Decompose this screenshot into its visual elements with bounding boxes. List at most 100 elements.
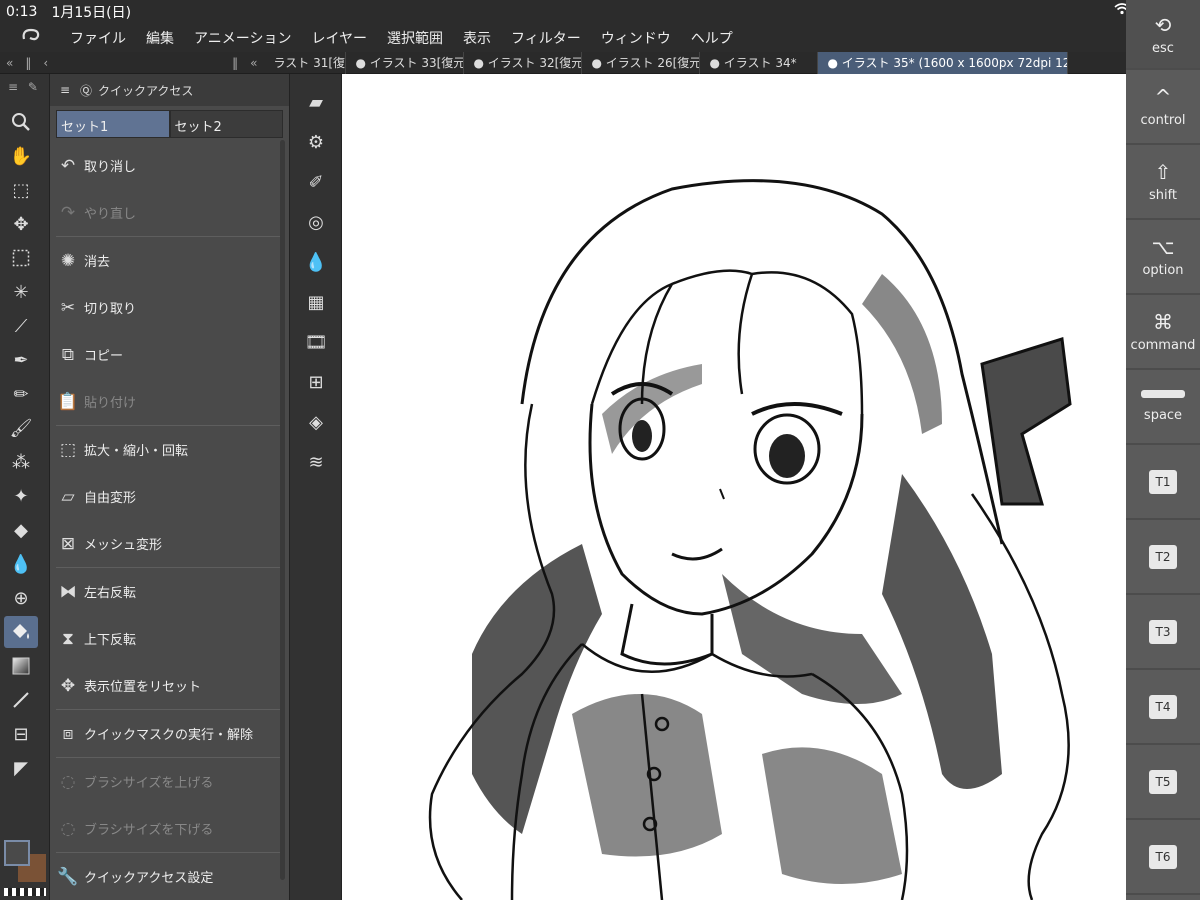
eyedropper-icon[interactable]: ⟋	[4, 310, 38, 342]
pen-icon[interactable]: ✎	[28, 80, 38, 94]
control-key[interactable]: ^ control	[1126, 70, 1200, 145]
esc-key[interactable]: ⟲ esc	[1126, 0, 1200, 70]
shift-icon: ⇧	[1154, 160, 1172, 184]
qa-cut[interactable]: ✂ 切り取り	[50, 284, 289, 331]
mesh-transform-icon: ⊠	[60, 533, 76, 554]
transparent-color-swatch[interactable]	[4, 888, 46, 896]
pen-tool-icon[interactable]: ✒	[4, 344, 38, 376]
frame-tool-icon[interactable]: ⊟	[4, 718, 38, 750]
qa-redo[interactable]: ↷ やり直し	[50, 189, 289, 236]
gradient-tool-icon[interactable]	[4, 650, 38, 682]
qa-copy[interactable]: ⧉ コピー	[50, 331, 289, 378]
menu-selection[interactable]: 選択範囲	[377, 28, 453, 48]
caret-up-icon: ^	[1154, 85, 1172, 109]
object-select-icon[interactable]: ⬚	[4, 174, 38, 206]
qa-quick-mask[interactable]: ⧈ クイックマスクの実行・解除	[50, 710, 289, 757]
panel-grip-icon[interactable]: ‖	[226, 56, 244, 70]
layers-icon[interactable]: ≋	[298, 444, 334, 480]
space-key[interactable]: space	[1126, 370, 1200, 445]
t5-key[interactable]: T5	[1126, 745, 1200, 820]
airbrush-tool-icon[interactable]: ⁂	[4, 446, 38, 478]
command-key[interactable]: ⌘ command	[1126, 295, 1200, 370]
flip-horizontal-icon: ⧓	[59, 581, 77, 602]
menu-bar: ファイル 編集 アニメーション レイヤー 選択範囲 表示 フィルター ウィンドウ…	[0, 24, 1126, 52]
menu-animation[interactable]: アニメーション	[184, 28, 301, 48]
blend-tool-icon[interactable]: 💧	[4, 548, 38, 580]
decoration-tool-icon[interactable]: ✦	[4, 480, 38, 512]
app-window: 0:13 1月15日(日) 8% ファイル 編集 アニメーション レイヤー 選択…	[0, 0, 1200, 900]
t1-key[interactable]: T1	[1126, 445, 1200, 520]
tab-illust-35[interactable]: ● イラスト 35* (1600 x 1600px 72dpi 121.3%)	[817, 51, 1068, 74]
qa-settings[interactable]: 🔧 クイックアクセス設定	[50, 853, 289, 900]
collapse-left-icon[interactable]: «	[244, 56, 263, 70]
pencil-tool-icon[interactable]: ✏	[4, 378, 38, 410]
tool-palette: ≡ ✎ ✋ ⬚ ✥ ✳ ⟋ ✒ ✏ 🖌 ⁂ ✦ ◆ 💧 ⊕ ⊟ ◤	[0, 74, 50, 900]
timeline-icon[interactable]: 🎞	[298, 324, 334, 360]
tab-illust-26[interactable]: ● イラスト 26[復元]	[582, 51, 700, 74]
t2-key[interactable]: T2	[1126, 520, 1200, 595]
collapse-left-icon[interactable]: «	[0, 56, 19, 70]
tab-illust-31[interactable]: ラスト 31[復元]	[264, 51, 346, 74]
t4-key[interactable]: T4	[1126, 670, 1200, 745]
qa-mesh-transform[interactable]: ⊠ メッシュ変形	[50, 520, 289, 567]
qa-paste[interactable]: 📋 貼り付け	[50, 378, 289, 425]
menu-filter[interactable]: フィルター	[501, 28, 591, 48]
tab-illust-33[interactable]: ● イラスト 33[復元]	[346, 51, 464, 74]
menu-help[interactable]: ヘルプ	[681, 28, 743, 48]
color-set-icon[interactable]: ▦	[298, 284, 334, 320]
qa-clear[interactable]: ✺ 消去	[50, 237, 289, 284]
tab-illust-34[interactable]: ● イラスト 34*	[700, 51, 818, 74]
qa-brush-size-down[interactable]: ◌ ブラシサイズを下げる	[50, 805, 289, 852]
layer-property-icon[interactable]: ◈	[298, 404, 334, 440]
t3-key[interactable]: T3	[1126, 595, 1200, 670]
drawing-canvas[interactable]	[342, 74, 1126, 900]
qa-flip-horizontal[interactable]: ⧓ 左右反転	[50, 568, 289, 615]
qa-brush-size-up[interactable]: ◌ ブラシサイズを上げる	[50, 758, 289, 805]
set-2-tab[interactable]: セット2	[169, 110, 283, 138]
panel-grip-icon[interactable]: ‖	[19, 56, 37, 70]
qa-flip-vertical[interactable]: ⧗ 上下反転	[50, 615, 289, 662]
figure-grid-icon[interactable]: ⊕	[4, 582, 38, 614]
ruler-tool-icon[interactable]: ◤	[4, 752, 38, 784]
menu-file[interactable]: ファイル	[60, 28, 136, 48]
color-mix-icon[interactable]: 💧	[298, 244, 334, 280]
t6-key[interactable]: T6	[1126, 820, 1200, 895]
status-date: 1月15日(日)	[51, 5, 132, 21]
menu-lines-icon[interactable]: ≡	[60, 83, 70, 97]
shift-key[interactable]: ⇧ shift	[1126, 145, 1200, 220]
menu-layer[interactable]: レイヤー	[301, 28, 377, 48]
navigator-icon[interactable]: ⊞	[298, 364, 334, 400]
command-icon: ⌘	[1153, 310, 1173, 334]
chevron-left-icon[interactable]: ‹	[37, 56, 54, 70]
option-key[interactable]: ⌥ option	[1126, 220, 1200, 295]
brush-size-icon[interactable]: ✐	[298, 164, 334, 200]
zoom-tool-icon[interactable]	[4, 106, 38, 138]
selection-rect-icon[interactable]	[4, 242, 38, 274]
app-logo-icon[interactable]	[0, 27, 60, 50]
line-tool-icon[interactable]	[4, 684, 38, 716]
qa-undo[interactable]: ↶ 取り消し	[50, 142, 289, 189]
menu-lines-icon[interactable]: ≡	[8, 80, 18, 94]
menu-view[interactable]: 表示	[453, 28, 501, 48]
cut-icon: ✂	[60, 297, 76, 318]
move-layer-icon[interactable]: ✥	[4, 208, 38, 240]
qa-reset-view[interactable]: ✥ 表示位置をリセット	[50, 662, 289, 709]
fill-bucket-icon[interactable]	[4, 616, 38, 648]
magic-wand-icon[interactable]: ✳	[4, 276, 38, 308]
qa-scale-rotate[interactable]: ⬚ 拡大・縮小・回転	[50, 426, 289, 473]
brush-tool-icon[interactable]: 🖌	[4, 412, 38, 444]
quick-access-scrollbar[interactable]	[280, 140, 285, 880]
menu-window[interactable]: ウィンドウ	[591, 28, 681, 48]
color-wheel-icon[interactable]: ◎	[298, 204, 334, 240]
sub-tool-icon[interactable]: ▰	[298, 84, 334, 120]
qa-free-transform[interactable]: ▱ 自由変形	[50, 473, 289, 520]
quick-access-header: ≡ Ⓠ クイックアクセス	[50, 74, 289, 106]
main-color-swatch[interactable]	[4, 840, 30, 866]
spacebar-icon	[1141, 390, 1185, 398]
menu-edit[interactable]: 編集	[136, 28, 184, 48]
tool-property-icon[interactable]: ⚙	[298, 124, 334, 160]
set-1-tab[interactable]: セット1	[56, 110, 170, 138]
hand-tool-icon[interactable]: ✋	[4, 140, 38, 172]
eraser-tool-icon[interactable]: ◆	[4, 514, 38, 546]
tab-illust-32[interactable]: ● イラスト 32[復元]	[464, 51, 582, 74]
